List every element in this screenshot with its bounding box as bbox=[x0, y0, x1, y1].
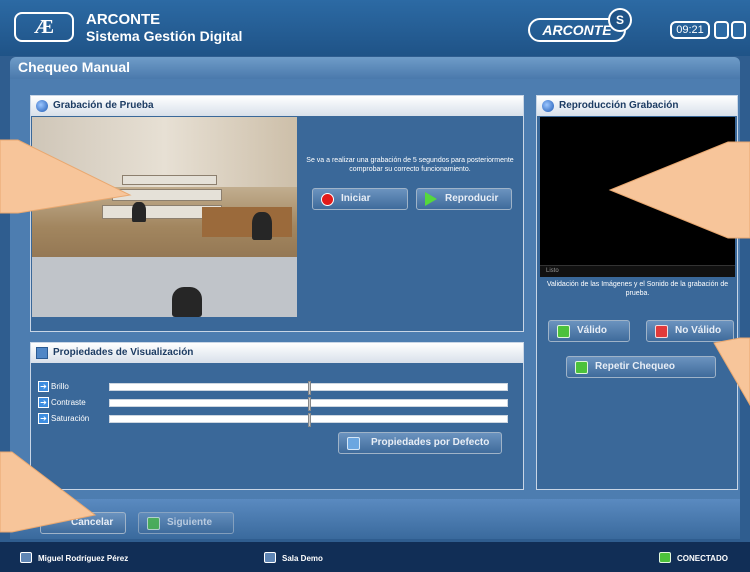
brightness-track[interactable] bbox=[109, 381, 508, 395]
brand-badge: S bbox=[608, 8, 632, 32]
video-floor bbox=[32, 257, 297, 317]
invalid-button[interactable]: No Válido bbox=[646, 320, 734, 342]
play-button-label: Reproducir bbox=[445, 193, 499, 204]
saturation-track[interactable] bbox=[109, 413, 508, 427]
user-icon bbox=[20, 552, 32, 563]
valid-label: Válido bbox=[577, 325, 608, 336]
app-name: ARCONTE bbox=[86, 11, 161, 28]
video-table bbox=[202, 207, 292, 237]
connection-icon bbox=[659, 552, 671, 563]
brightness-label: Brillo bbox=[51, 382, 69, 391]
visual-props-header: Propiedades de Visualización bbox=[31, 343, 523, 363]
recording-panel-title: Grabación de Prueba bbox=[53, 100, 154, 111]
playback-screen bbox=[540, 117, 735, 277]
playback-panel-icon bbox=[542, 100, 554, 112]
user-name: Miguel Rodríguez Pérez bbox=[38, 554, 129, 563]
record-panel-icon bbox=[36, 100, 48, 112]
recording-info-text: Se va a realizar una grabación de 5 segu… bbox=[306, 157, 514, 173]
default-props-button[interactable]: Propiedades por Defecto bbox=[338, 432, 502, 454]
video-bench bbox=[112, 189, 222, 201]
video-bench bbox=[122, 175, 217, 185]
exit-icon[interactable] bbox=[731, 21, 746, 39]
saturation-label: Saturación bbox=[51, 414, 90, 423]
start-button-label: Iniciar bbox=[341, 193, 371, 204]
play-button[interactable]: Reproducir bbox=[416, 188, 512, 210]
arrow-right-icon: ➔ bbox=[38, 413, 49, 424]
room-name: Sala Demo bbox=[282, 554, 323, 563]
repeat-check-button[interactable]: Repetir Chequeo bbox=[566, 356, 716, 378]
next-label: Siguiente bbox=[167, 517, 213, 528]
app-subtitle: Sistema Gestión Digital bbox=[86, 28, 243, 44]
cancel-label: Cancelar bbox=[71, 517, 114, 528]
default-props-label: Propiedades por Defecto bbox=[371, 437, 490, 448]
arrow-right-icon: ➔ bbox=[38, 381, 49, 392]
record-icon bbox=[321, 193, 334, 206]
contrast-track[interactable] bbox=[109, 397, 508, 411]
video-person bbox=[132, 202, 146, 222]
start-button[interactable]: Iniciar bbox=[312, 188, 408, 210]
recording-panel-header: Grabación de Prueba bbox=[31, 96, 523, 116]
playback-title: Reproducción Grabación bbox=[559, 100, 679, 111]
video-person bbox=[172, 287, 202, 317]
next-icon bbox=[147, 517, 160, 530]
contrast-thumb[interactable] bbox=[308, 397, 311, 411]
check-icon bbox=[557, 325, 570, 338]
help-icon[interactable] bbox=[714, 21, 729, 39]
room-icon bbox=[264, 552, 276, 563]
next-button[interactable]: Siguiente bbox=[138, 512, 234, 534]
invalid-label: No Válido bbox=[675, 325, 722, 336]
reset-icon bbox=[347, 437, 360, 450]
play-icon bbox=[425, 192, 437, 206]
clock: 09:21 bbox=[670, 21, 710, 39]
page-title: Chequeo Manual bbox=[10, 57, 740, 79]
playback-header: Reproducción Grabación bbox=[537, 96, 737, 116]
playback-status: Listo bbox=[540, 265, 735, 277]
repeat-icon bbox=[575, 361, 588, 374]
camera-preview bbox=[32, 117, 297, 317]
app-header: Æ ARCONTE Sistema Gestión Digital ARCONT… bbox=[0, 0, 750, 56]
validation-text: Validación de las Imágenes y el Sonido d… bbox=[546, 281, 729, 297]
video-person bbox=[252, 212, 272, 240]
contrast-label: Contraste bbox=[51, 398, 86, 407]
visual-props-title: Propiedades de Visualización bbox=[53, 347, 194, 358]
cancel-button[interactable]: Cancelar bbox=[40, 512, 126, 534]
repeat-label: Repetir Chequeo bbox=[595, 361, 676, 372]
cross-icon bbox=[655, 325, 668, 338]
connection-status: CONECTADO bbox=[677, 554, 728, 563]
status-bar: Miguel Rodríguez Pérez Sala Demo CONECTA… bbox=[0, 542, 750, 572]
saturation-thumb[interactable] bbox=[308, 413, 311, 427]
brightness-thumb[interactable] bbox=[308, 381, 311, 395]
app-logo: Æ bbox=[14, 12, 74, 42]
arrow-right-icon: ➔ bbox=[38, 397, 49, 408]
valid-button[interactable]: Válido bbox=[548, 320, 630, 342]
properties-icon bbox=[36, 347, 48, 359]
